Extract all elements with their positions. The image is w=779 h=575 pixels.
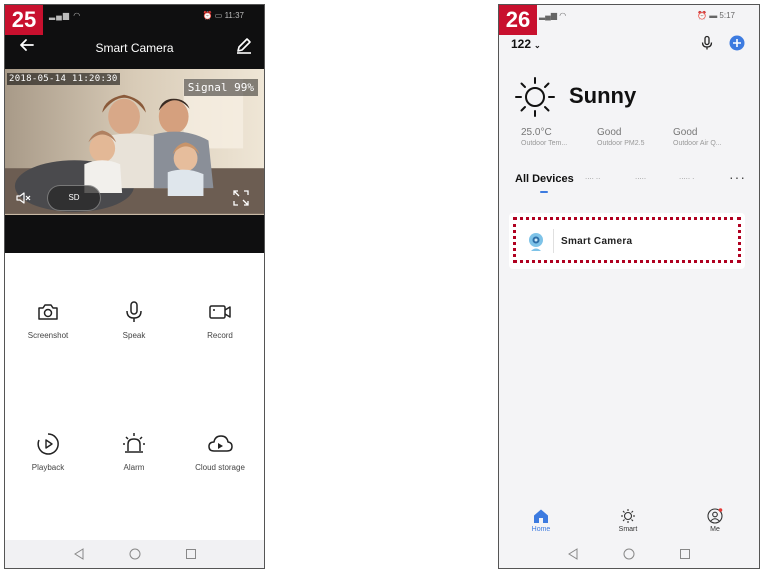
nav-home-icon[interactable] bbox=[623, 548, 635, 560]
signal-strength: Signal 99% bbox=[183, 79, 258, 96]
status-time: ⏰ ▭ 11:37 bbox=[202, 11, 244, 20]
signal-wifi-icon: ▂▄▆ ◠ bbox=[539, 11, 567, 20]
playback-label: Playback bbox=[31, 463, 65, 472]
phone-screen-home: 26 ▂▄▆ ◠ ⏰ ▬ 5:17 122 ⌄ Sunny 25.0°C Outd bbox=[498, 4, 760, 569]
video-timestamp: 2018-05-14 11:20:30 bbox=[7, 73, 120, 85]
fullscreen-icon[interactable] bbox=[232, 189, 250, 207]
metric-label: Outdoor Air Q... bbox=[673, 140, 722, 147]
nav-recents-icon[interactable] bbox=[185, 548, 197, 560]
room-tabs: All Devices ‧‧‧‧ ‧‧ ‧‧‧‧‧ ‧‧‧‧‧ ‧ ··· bbox=[499, 169, 759, 199]
weather-metric-temperature: 25.0°C Outdoor Tem... bbox=[521, 127, 601, 147]
chevron-down-icon: ⌄ bbox=[534, 41, 541, 50]
tab-room-3[interactable]: ‧‧‧‧‧ ‧ bbox=[679, 175, 694, 183]
metric-value: Good bbox=[673, 127, 698, 138]
metric-label: Outdoor Tem... bbox=[521, 140, 568, 147]
metric-value: Good bbox=[597, 127, 622, 138]
status-time: ⏰ ▬ 5:17 bbox=[697, 11, 735, 20]
live-video-feed[interactable]: 2018-05-14 11:20:30 Signal 99% SD bbox=[5, 69, 264, 215]
video-letterbox bbox=[5, 215, 264, 253]
camera-controls-panel: Screenshot Speak Record Playback Alarm C… bbox=[5, 253, 264, 543]
record-button[interactable]: Record bbox=[177, 299, 263, 340]
alarm-siren-icon bbox=[123, 433, 145, 453]
nav-home-icon[interactable] bbox=[129, 548, 141, 560]
tab-smart[interactable]: Smart bbox=[598, 508, 658, 533]
divider bbox=[553, 229, 554, 253]
active-tab-indicator bbox=[540, 191, 548, 193]
cloud-storage-button[interactable]: Cloud storage bbox=[177, 431, 263, 472]
device-card-smart-camera[interactable]: Smart Camera bbox=[509, 213, 745, 269]
weather-metric-pm25: Good Outdoor PM2.5 bbox=[597, 127, 677, 147]
speak-label: Speak bbox=[122, 331, 146, 340]
tab-home[interactable]: Home bbox=[511, 508, 571, 533]
more-options-icon[interactable]: ··· bbox=[729, 169, 746, 185]
smart-sun-icon bbox=[621, 509, 635, 523]
device-name: Smart Camera bbox=[561, 236, 633, 247]
home-name-label: 122 bbox=[511, 37, 532, 51]
alarm-button[interactable]: Alarm bbox=[91, 431, 177, 472]
weather-metric-air-quality: Good Outdoor Air Q... bbox=[673, 127, 753, 147]
metric-label: Outdoor PM2.5 bbox=[597, 140, 645, 147]
speak-button[interactable]: Speak bbox=[91, 299, 177, 340]
tab-home-label: Home bbox=[531, 526, 551, 533]
metric-value: 25.0°C bbox=[521, 127, 552, 138]
alarm-label: Alarm bbox=[123, 463, 145, 472]
playback-icon bbox=[37, 433, 59, 455]
microphone-icon[interactable] bbox=[699, 35, 715, 51]
tab-room-2[interactable]: ‧‧‧‧‧ bbox=[635, 175, 646, 183]
sun-icon bbox=[515, 77, 555, 117]
add-device-icon[interactable] bbox=[729, 35, 745, 51]
phone-screen-camera-view: 25 ▂▄▆ ◠ ⏰ ▭ 11:37 Smart Camera 2018-05-… bbox=[4, 4, 265, 569]
step-badge-26: 26 bbox=[499, 5, 537, 35]
screenshot-button[interactable]: Screenshot bbox=[5, 299, 91, 340]
tab-me-label: Me bbox=[710, 526, 720, 533]
status-bar: ▂▄▆ ◠ ⏰ ▬ 5:17 bbox=[499, 5, 759, 25]
nav-recents-icon[interactable] bbox=[679, 548, 691, 560]
camera-icon bbox=[38, 304, 58, 320]
screenshot-label: Screenshot bbox=[27, 331, 69, 340]
playback-button[interactable]: Playback bbox=[5, 431, 91, 472]
profile-icon bbox=[707, 508, 723, 524]
record-label: Record bbox=[207, 331, 233, 340]
system-nav-bar bbox=[499, 540, 759, 568]
quality-toggle-button[interactable]: SD bbox=[47, 185, 101, 211]
weather-condition: Sunny bbox=[569, 83, 637, 108]
page-title: Smart Camera bbox=[95, 41, 174, 55]
video-camera-icon bbox=[209, 305, 231, 319]
home-selector[interactable]: 122 ⌄ bbox=[511, 37, 541, 51]
tab-room-1[interactable]: ‧‧‧‧ ‧‧ bbox=[585, 175, 600, 183]
tab-all-devices[interactable]: All Devices bbox=[515, 173, 574, 185]
camera-header: Smart Camera bbox=[5, 25, 264, 69]
instruction-page: 25 ▂▄▆ ◠ ⏰ ▭ 11:37 Smart Camera 2018-05-… bbox=[0, 0, 779, 575]
home-icon bbox=[534, 509, 548, 523]
edit-pencil-icon[interactable] bbox=[234, 35, 254, 55]
microphone-icon bbox=[126, 301, 142, 322]
camera-device-icon bbox=[529, 233, 543, 251]
signal-wifi-icon: ▂▄▆ ◠ bbox=[49, 11, 82, 20]
cloud-icon bbox=[208, 435, 233, 452]
step-badge-25: 25 bbox=[5, 5, 43, 35]
nav-back-icon[interactable] bbox=[567, 548, 579, 560]
cloud-storage-label: Cloud storage bbox=[195, 463, 245, 472]
speaker-muted-icon[interactable] bbox=[15, 189, 33, 207]
system-nav-bar bbox=[5, 540, 264, 568]
tab-me[interactable]: Me bbox=[685, 508, 745, 533]
nav-back-icon[interactable] bbox=[73, 548, 85, 560]
bottom-tab-bar: Home Smart Me bbox=[499, 504, 759, 540]
status-bar: ▂▄▆ ◠ ⏰ ▭ 11:37 bbox=[5, 5, 264, 25]
tab-smart-label: Smart bbox=[618, 526, 638, 533]
